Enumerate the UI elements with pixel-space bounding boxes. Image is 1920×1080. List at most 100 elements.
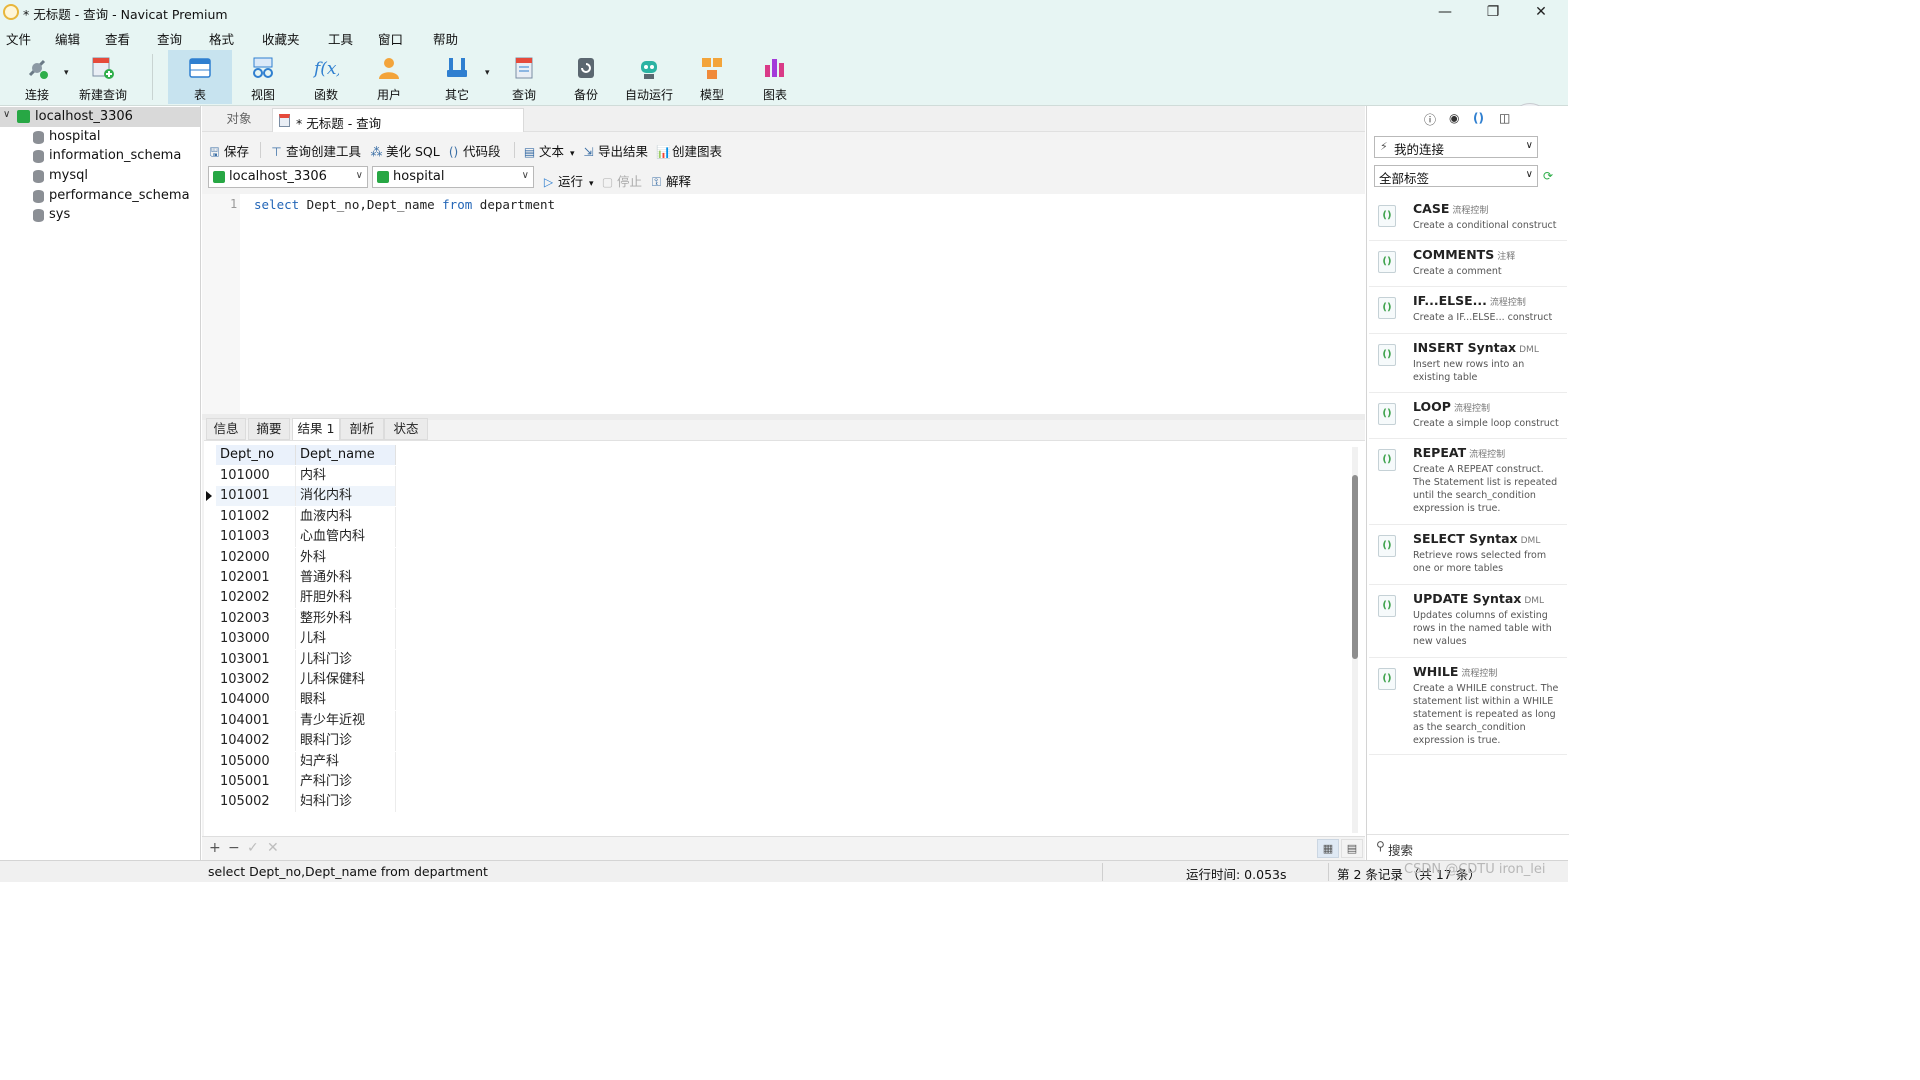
query-button[interactable]: 查询 <box>498 50 550 104</box>
result-grid[interactable]: Dept_no Dept_name 101000 内科 101001 消化内科 1010… <box>204 440 1365 836</box>
column-header-dept-name[interactable]: Dept_name <box>296 445 396 465</box>
close-button[interactable]: ✕ <box>1526 2 1556 22</box>
table-row[interactable]: 102001 普通外科 <box>216 568 396 588</box>
run-dropdown-caret[interactable]: ▾ <box>589 179 594 189</box>
connect-button[interactable]: 连接 <box>10 50 64 104</box>
cell-dept-no[interactable]: 101000 <box>216 466 296 486</box>
grid-view-icon[interactable]: ▦ <box>1317 839 1339 858</box>
table-row[interactable]: 101002 血液内科 <box>216 506 396 527</box>
vertical-scrollbar[interactable] <box>1352 447 1358 833</box>
connect-dropdown-caret[interactable]: ▾ <box>64 68 69 78</box>
snippet-item[interactable]: () IF...ELSE... 流程控制 Create a IF...ELSE... … <box>1369 287 1567 334</box>
cell-dept-no[interactable]: 101003 <box>216 527 296 548</box>
tree-connection[interactable]: ∨ localhost_3306 <box>0 107 200 127</box>
snippet-search[interactable]: ⚲ 搜索 <box>1367 834 1569 860</box>
scrollbar-thumb[interactable] <box>1352 475 1358 659</box>
snippet-item[interactable]: () INSERT Syntax DML Insert new rows into a… <box>1369 334 1567 393</box>
code-snippet-button[interactable]: () 代码段 <box>447 141 501 160</box>
tab-result-1[interactable]: 结果 1 <box>292 418 340 440</box>
snippet-item[interactable]: () LOOP 流程控制 Create a simple loop construct <box>1369 393 1567 439</box>
connection-filter-select[interactable]: ⚡ 我的连接 ∨ <box>1374 136 1538 158</box>
table-row[interactable]: 105000 妇产科 <box>216 751 396 772</box>
save-button[interactable]: 🖫 保存 <box>208 141 249 164</box>
menu-favorites[interactable]: 收藏夹 <box>262 29 300 48</box>
cell-dept-name[interactable]: 内科 <box>296 466 396 486</box>
cell-dept-no[interactable]: 104000 <box>216 690 296 711</box>
create-chart-button[interactable]: 📊创建图表 <box>656 141 722 160</box>
function-button[interactable]: f(x) 函数 <box>298 50 354 104</box>
cell-dept-no[interactable]: 104001 <box>216 710 296 731</box>
snippet-item[interactable]: () REPEAT 流程控制 Create A REPEAT construct. T… <box>1369 439 1567 525</box>
tree-db-information-schema[interactable]: information_schema <box>0 146 200 166</box>
cell-dept-no[interactable]: 102000 <box>216 547 296 568</box>
tab-info[interactable]: 信息 <box>206 418 246 440</box>
tree-db-mysql[interactable]: mysql <box>0 166 200 186</box>
export-result-button[interactable]: ⇲ 导出结果 <box>582 141 648 160</box>
table-row[interactable]: 102003 整形外科 <box>216 608 396 629</box>
preview-eye-icon[interactable]: ◉ <box>1449 111 1459 125</box>
user-button[interactable]: 用户 <box>362 50 416 104</box>
info-icon[interactable]: ⓘ <box>1424 111 1436 128</box>
database-select[interactable]: hospital ∨ <box>372 166 534 188</box>
cell-dept-name[interactable]: 妇产科 <box>296 751 396 772</box>
table-row[interactable]: 105002 妇科门诊 <box>216 792 396 813</box>
menu-format[interactable]: 格式 <box>209 29 234 48</box>
cell-dept-no[interactable]: 104002 <box>216 731 296 752</box>
explain-button[interactable]: ⚿ 解释 <box>650 171 691 190</box>
cell-dept-no[interactable]: 101002 <box>216 506 296 527</box>
tree-db-sys[interactable]: sys <box>0 205 200 225</box>
snippet-item[interactable]: () UPDATE Syntax DML Updates columns of exi… <box>1369 585 1567 658</box>
tab-query[interactable]: * 无标题 - 查询 <box>272 108 524 132</box>
snippet-braces-icon[interactable]: () <box>1473 111 1484 125</box>
add-snippet-icon[interactable]: ⟳ <box>1543 169 1553 183</box>
cell-dept-no[interactable]: 102002 <box>216 588 296 609</box>
snippet-item[interactable]: () SELECT Syntax DML Retrieve rows selected… <box>1369 525 1567 585</box>
automation-button[interactable]: 自动运行 <box>620 50 678 104</box>
connection-select[interactable]: localhost_3306 ∨ <box>208 166 368 188</box>
table-row[interactable]: 101000 内科 <box>216 466 396 486</box>
cell-dept-name[interactable]: 外科 <box>296 547 396 568</box>
cell-dept-name[interactable]: 肝胆外科 <box>296 588 396 609</box>
tag-filter-select[interactable]: 全部标签 ∨ <box>1374 165 1538 187</box>
snippet-item[interactable]: () COMMENTS 注释 Create a comment <box>1369 241 1567 287</box>
stop-button[interactable]: ▢ 停止 <box>601 171 642 190</box>
tab-status[interactable]: 状态 <box>384 418 428 440</box>
cell-dept-name[interactable]: 产科门诊 <box>296 772 396 792</box>
run-button[interactable]: ▷ 运行 ▾ <box>542 171 594 190</box>
cell-dept-name[interactable]: 青少年近视 <box>296 710 396 731</box>
cell-dept-no[interactable]: 103000 <box>216 629 296 650</box>
menu-tools[interactable]: 工具 <box>328 29 353 48</box>
layout-icon[interactable]: ◫ <box>1499 111 1510 125</box>
table-row[interactable]: 102002 肝胆外科 <box>216 588 396 609</box>
cell-dept-no[interactable]: 103002 <box>216 670 296 690</box>
model-button[interactable]: 模型 <box>686 50 738 104</box>
cell-dept-name[interactable]: 整形外科 <box>296 608 396 629</box>
tree-db-hospital[interactable]: hospital <box>0 127 200 147</box>
snippet-item[interactable]: () WHILE 流程控制 Create a WHILE construct. The… <box>1369 658 1567 755</box>
text-dropdown-caret[interactable]: ▾ <box>570 149 575 159</box>
cell-dept-no[interactable]: 105001 <box>216 772 296 792</box>
table-row[interactable]: 104000 眼科 <box>216 690 396 711</box>
cell-dept-name[interactable]: 眼科门诊 <box>296 731 396 752</box>
cell-dept-name[interactable]: 眼科 <box>296 690 396 711</box>
minimize-button[interactable]: — <box>1430 2 1460 22</box>
cell-dept-name[interactable]: 妇科门诊 <box>296 792 396 813</box>
menu-view[interactable]: 查看 <box>105 29 130 48</box>
delete-record-button[interactable]: − <box>228 840 240 856</box>
apply-changes-button[interactable]: ✓ <box>247 840 259 856</box>
snippet-item[interactable]: () CASE 流程控制 Create a conditional construct <box>1369 195 1567 241</box>
sql-code-line[interactable]: select Dept_no,Dept_name from department <box>254 197 555 212</box>
column-header-dept-no[interactable]: Dept_no <box>216 445 296 465</box>
other-button[interactable]: 其它 <box>428 50 486 104</box>
table-row[interactable]: 102000 外科 <box>216 547 396 568</box>
chart-button[interactable]: 图表 <box>748 50 802 104</box>
menu-help[interactable]: 帮助 <box>433 29 458 48</box>
view-button[interactable]: 视图 <box>236 50 290 104</box>
discard-changes-button[interactable]: ✕ <box>267 840 279 856</box>
menu-edit[interactable]: 编辑 <box>55 29 80 48</box>
cell-dept-name[interactable]: 血液内科 <box>296 506 396 527</box>
table-row[interactable]: 104002 眼科门诊 <box>216 731 396 752</box>
cell-dept-name[interactable]: 心血管内科 <box>296 527 396 548</box>
cell-dept-no[interactable]: 102003 <box>216 608 296 629</box>
cell-dept-name[interactable]: 儿科 <box>296 629 396 650</box>
